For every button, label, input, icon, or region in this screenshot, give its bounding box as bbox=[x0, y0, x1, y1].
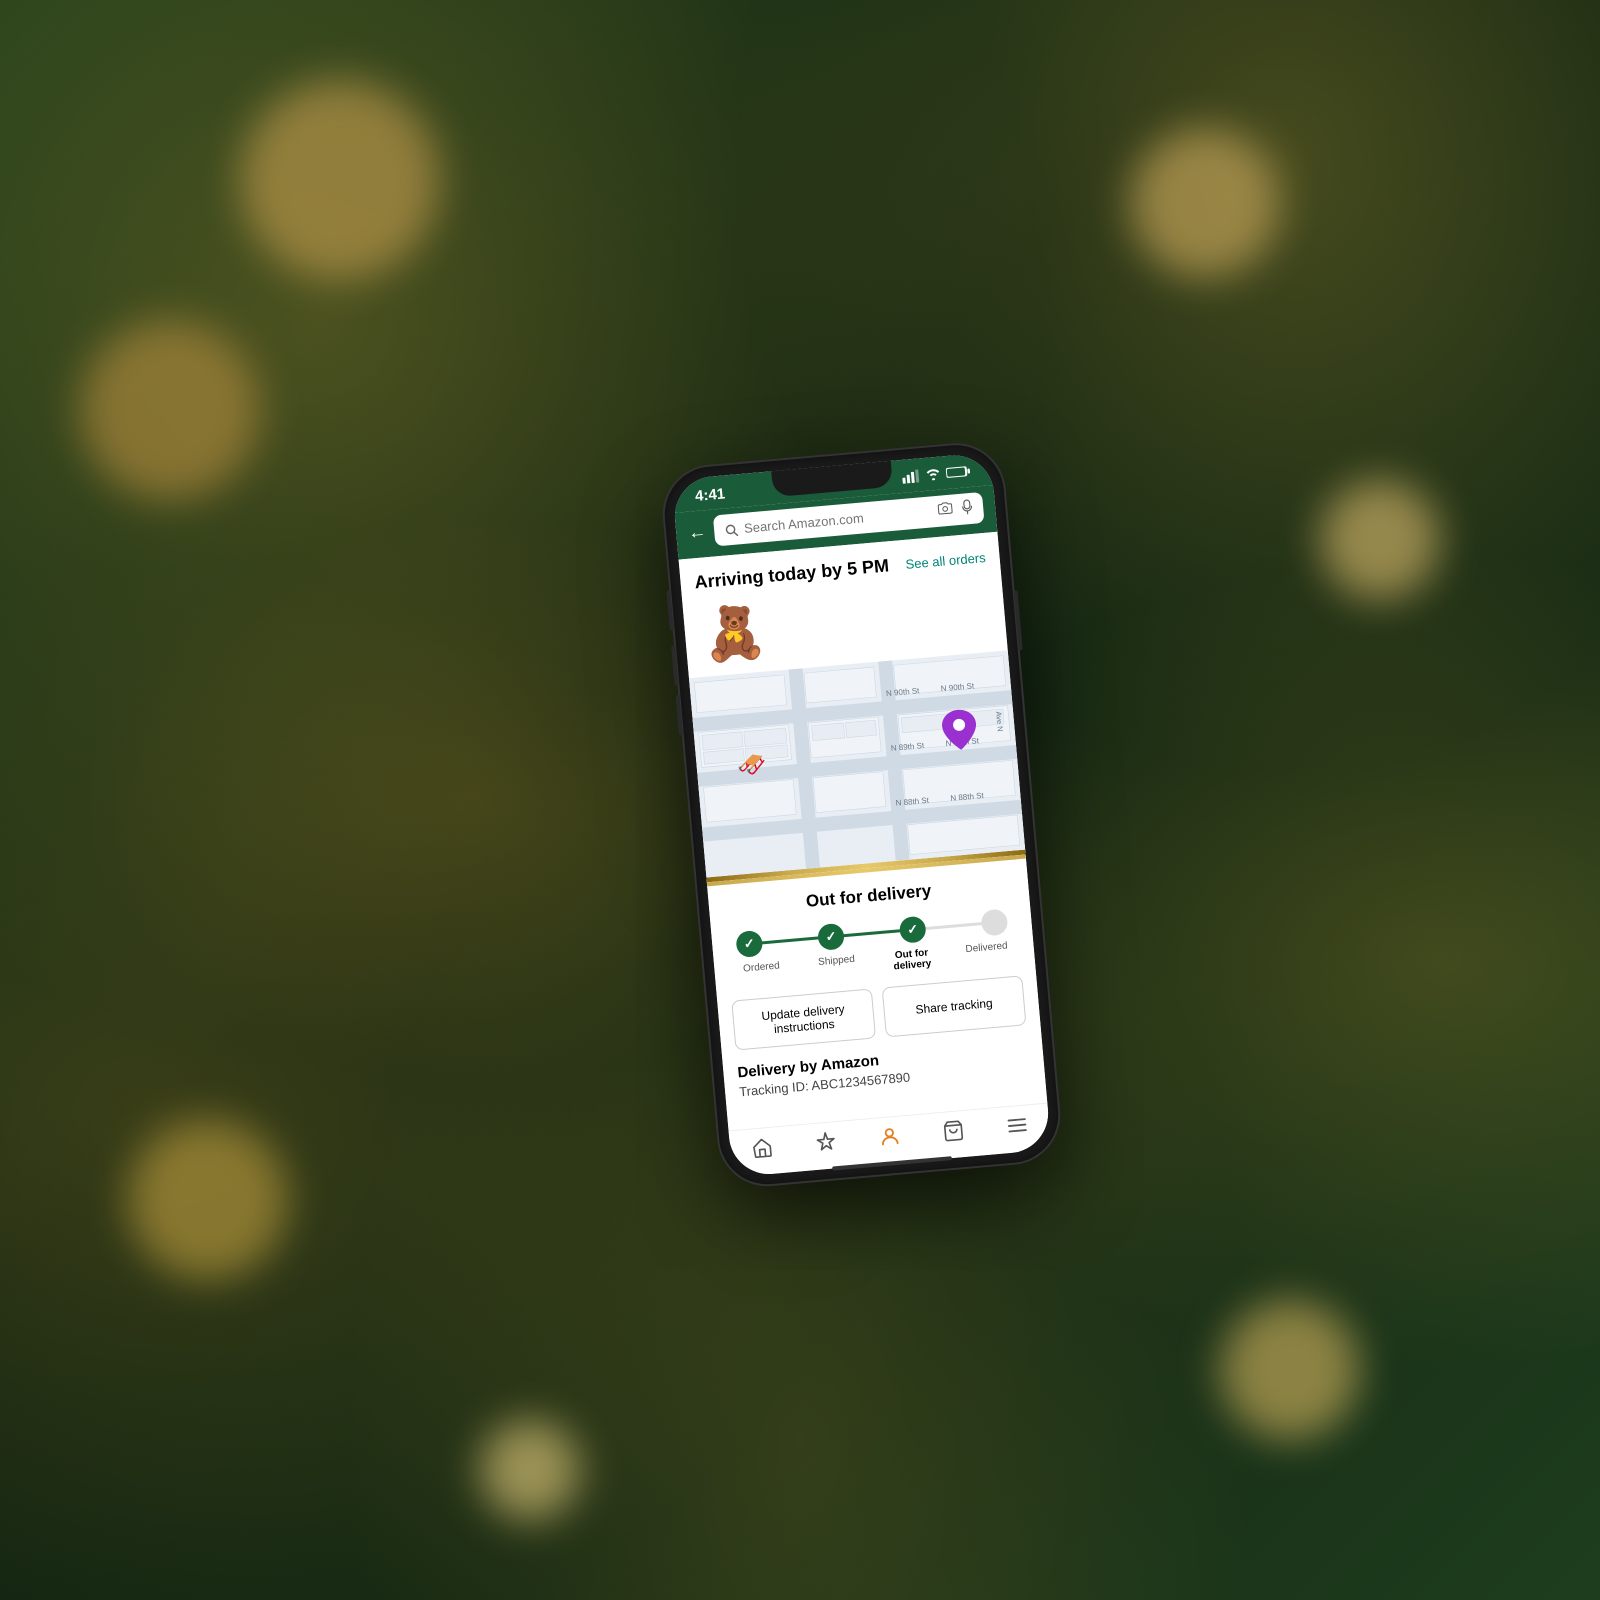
step-delivered bbox=[980, 908, 1008, 936]
step-ordered: ✓ bbox=[735, 930, 763, 958]
update-delivery-button[interactable]: Update delivery instructions bbox=[731, 988, 876, 1050]
cart-icon bbox=[942, 1119, 966, 1143]
scroll-content: Arriving today by 5 PM See all orders 🧸 bbox=[679, 532, 1048, 1131]
camera-icon[interactable] bbox=[937, 501, 955, 521]
battery-icon bbox=[946, 465, 971, 482]
account-icon bbox=[878, 1125, 902, 1149]
nav-cart[interactable] bbox=[942, 1119, 966, 1143]
search-action-icons bbox=[937, 499, 975, 521]
share-tracking-button[interactable]: Share tracking bbox=[882, 975, 1027, 1037]
product-image: 🧸 bbox=[696, 595, 772, 671]
phone-wrapper: 4:41 ← bbox=[661, 441, 1062, 1188]
progress-line-bg bbox=[756, 922, 987, 945]
phone-shell: 4:41 ← bbox=[661, 441, 1062, 1188]
nav-spark[interactable] bbox=[814, 1130, 838, 1154]
label-shipped: Shipped bbox=[806, 953, 868, 980]
action-buttons: Update delivery instructions Share track… bbox=[731, 975, 1026, 1050]
label-out-for-delivery: Out for delivery bbox=[881, 946, 943, 973]
phone-screen: 4:41 ← bbox=[672, 452, 1052, 1177]
search-input[interactable] bbox=[743, 504, 932, 535]
step-out-for-delivery: ✓ bbox=[899, 916, 927, 944]
map-area: N 90th St N 90th St N 89th St N 89th St … bbox=[689, 650, 1025, 877]
status-time: 4:41 bbox=[694, 485, 725, 505]
status-icons bbox=[902, 464, 971, 486]
see-all-orders-link[interactable]: See all orders bbox=[905, 550, 986, 572]
nav-menu[interactable] bbox=[1005, 1115, 1028, 1135]
signal-icon bbox=[902, 469, 921, 487]
wifi-icon bbox=[925, 467, 942, 483]
svg-text:🛷: 🛷 bbox=[736, 751, 768, 781]
map-svg: N 90th St N 90th St N 89th St N 89th St … bbox=[689, 650, 1025, 877]
search-icon bbox=[724, 522, 739, 537]
teddy-bear-emoji: 🧸 bbox=[699, 600, 769, 666]
mic-icon[interactable] bbox=[960, 499, 974, 519]
svg-text:Ave N: Ave N bbox=[994, 711, 1005, 732]
nav-home[interactable] bbox=[750, 1137, 774, 1159]
home-icon bbox=[750, 1137, 774, 1159]
label-delivered: Delivered bbox=[956, 940, 1018, 967]
label-ordered: Ordered bbox=[731, 959, 793, 986]
nav-account[interactable] bbox=[878, 1125, 902, 1149]
scene: 4:41 ← bbox=[0, 0, 1600, 1600]
spark-icon bbox=[814, 1130, 838, 1154]
menu-icon bbox=[1005, 1115, 1028, 1135]
delivery-card: Out for delivery ✓ ✓ ✓ bbox=[707, 855, 1046, 1117]
back-button[interactable]: ← bbox=[687, 521, 707, 543]
step-shipped: ✓ bbox=[817, 923, 845, 951]
delivery-info: Delivery by Amazon Tracking ID: ABC12345… bbox=[737, 1039, 1031, 1105]
